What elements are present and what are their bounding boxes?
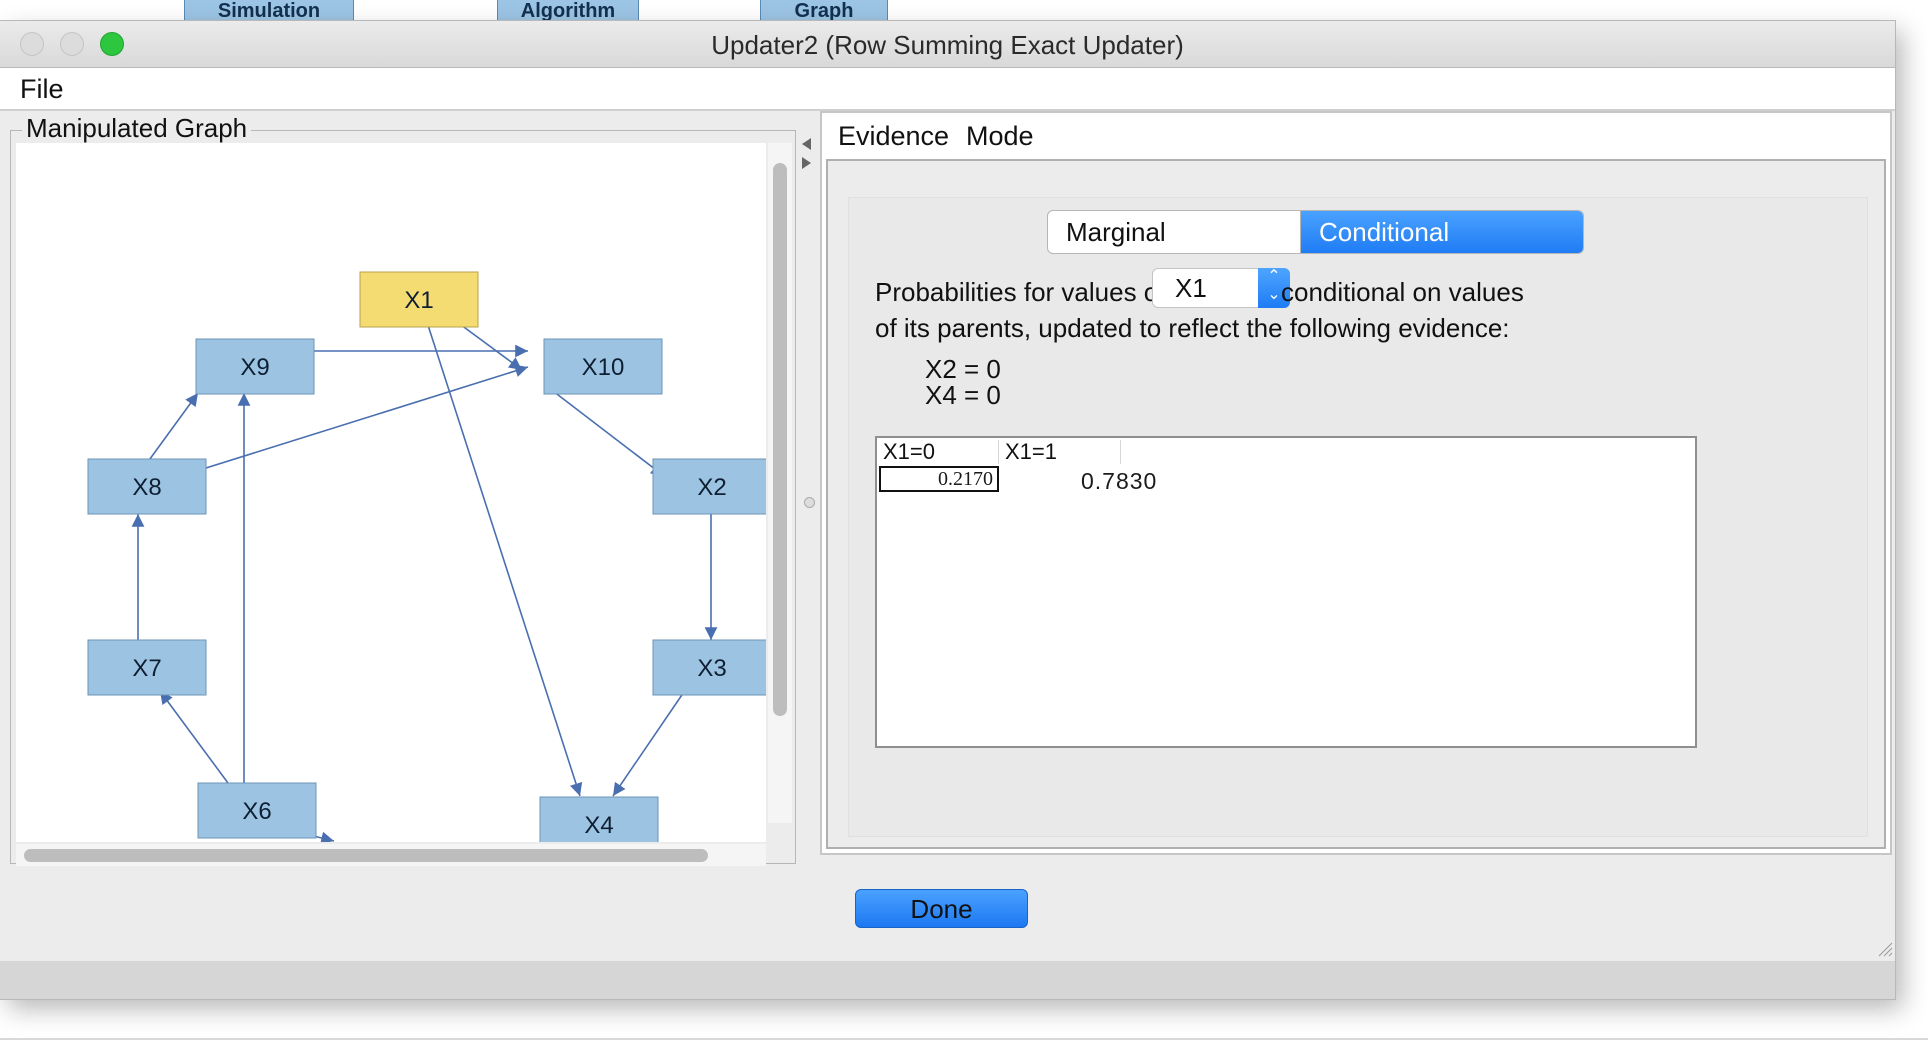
updater-dialog: Updater2 (Row Summing Exact Updater) Fil… xyxy=(0,21,1895,999)
probability-tabbed-pane: Marginal Probabilities Conditional Proba… xyxy=(826,159,1886,849)
graph-drawing: X1 X9 X10 X8 X2 X7 X3 X6 X4 xyxy=(87,271,766,842)
graph-horizontal-scrollbar[interactable] xyxy=(16,844,766,866)
graph-panel: Manipulated Graph X1 X9 X10 X8 X2 X7 X3 … xyxy=(4,113,798,881)
probabilities-description-text: of its parents, updated to reflect the f… xyxy=(875,313,1510,343)
resize-grip-icon[interactable] xyxy=(1877,941,1893,957)
edge-x6-x7 xyxy=(159,690,229,784)
graph-horizontal-scroll-thumb[interactable] xyxy=(24,849,708,862)
node-x8-label: X8 xyxy=(132,474,161,501)
divider-grip-icon[interactable] xyxy=(804,497,815,508)
table-cell-x1-0[interactable]: 0.2170 xyxy=(879,466,999,492)
node-x2-label: X2 xyxy=(697,474,726,501)
graph-vertical-scroll-thumb[interactable] xyxy=(773,163,787,716)
edge-x10-x2 xyxy=(548,387,665,477)
node-x1-label: X1 xyxy=(404,287,433,314)
graph-vertical-scrollbar[interactable] xyxy=(768,143,792,823)
node-x4-label: X4 xyxy=(584,812,613,839)
probability-table: X1=0 X1=1 0.2170 0.7830 xyxy=(875,436,1697,748)
table-header-x1-0[interactable]: X1=0 xyxy=(877,440,999,464)
file-menu[interactable]: File xyxy=(20,74,64,105)
algorithm-tab[interactable]: Algorithm xyxy=(497,0,639,22)
node-x9-label: X9 xyxy=(240,354,269,381)
probability-tabs: Marginal Probabilities Conditional Proba… xyxy=(1047,210,1584,254)
graph-tab[interactable]: Graph xyxy=(760,0,888,22)
node-x6-label: X6 xyxy=(242,798,271,825)
node-x7[interactable]: X7 xyxy=(87,639,207,696)
simulation-tab[interactable]: Simulation xyxy=(184,0,354,22)
node-x8[interactable]: X8 xyxy=(87,458,207,515)
tab-marginal-probabilities[interactable]: Marginal Probabilities xyxy=(1048,211,1301,253)
mode-menu[interactable]: Mode xyxy=(966,121,1034,152)
probability-panel: Evidence Mode Marginal Probabilities Con… xyxy=(820,111,1892,855)
node-x1[interactable]: X1 xyxy=(359,271,479,328)
table-cell-x1-1[interactable]: 0.7830 xyxy=(1081,468,1157,495)
tab-conditional-probabilities[interactable]: Conditional Probabilities xyxy=(1301,211,1583,253)
menu-bar: File xyxy=(0,68,1895,111)
graph-nodes: X1 X9 X10 X8 X2 X7 X3 X6 X4 xyxy=(87,271,766,842)
node-x3[interactable]: X3 xyxy=(652,639,766,696)
node-x2[interactable]: X2 xyxy=(652,458,766,515)
probabilities-suffix-text: conditional on values xyxy=(1281,277,1524,307)
edge-x8-x9 xyxy=(146,392,199,464)
background-divider xyxy=(0,1038,1928,1040)
collapse-left-icon[interactable] xyxy=(802,138,811,150)
node-x10[interactable]: X10 xyxy=(543,338,663,395)
variable-select-value: X1 xyxy=(1175,273,1207,303)
evidence-item: X4 = 0 xyxy=(925,380,1001,410)
evidence-menu[interactable]: Evidence xyxy=(838,121,949,152)
window-title: Updater2 (Row Summing Exact Updater) xyxy=(711,30,1184,60)
title-bar: Updater2 (Row Summing Exact Updater) xyxy=(0,21,1895,68)
graph-edges xyxy=(131,318,718,842)
table-header-x1-1[interactable]: X1=1 xyxy=(999,440,1121,464)
node-x4[interactable]: X4 xyxy=(539,796,659,842)
node-x7-label: X7 xyxy=(132,655,161,682)
probabilities-prefix-text: Probabilities for values of xyxy=(875,277,1166,307)
tab-content: Marginal Probabilities Conditional Proba… xyxy=(848,197,1868,837)
edge-x3-x4 xyxy=(612,685,689,797)
graph-canvas[interactable]: X1 X9 X10 X8 X2 X7 X3 X6 X4 xyxy=(16,143,766,842)
done-button[interactable]: Done xyxy=(855,889,1028,928)
graph-panel-title: Manipulated Graph xyxy=(22,113,252,144)
split-divider[interactable] xyxy=(798,113,820,881)
variable-select[interactable]: X1 ⌃ ⌄ xyxy=(1152,268,1290,308)
node-x6[interactable]: X6 xyxy=(197,782,317,839)
status-strip xyxy=(0,961,1895,999)
node-x10-label: X10 xyxy=(582,354,625,381)
node-x9[interactable]: X9 xyxy=(195,338,315,395)
node-x3-label: X3 xyxy=(697,655,726,682)
collapse-right-icon[interactable] xyxy=(802,157,811,169)
